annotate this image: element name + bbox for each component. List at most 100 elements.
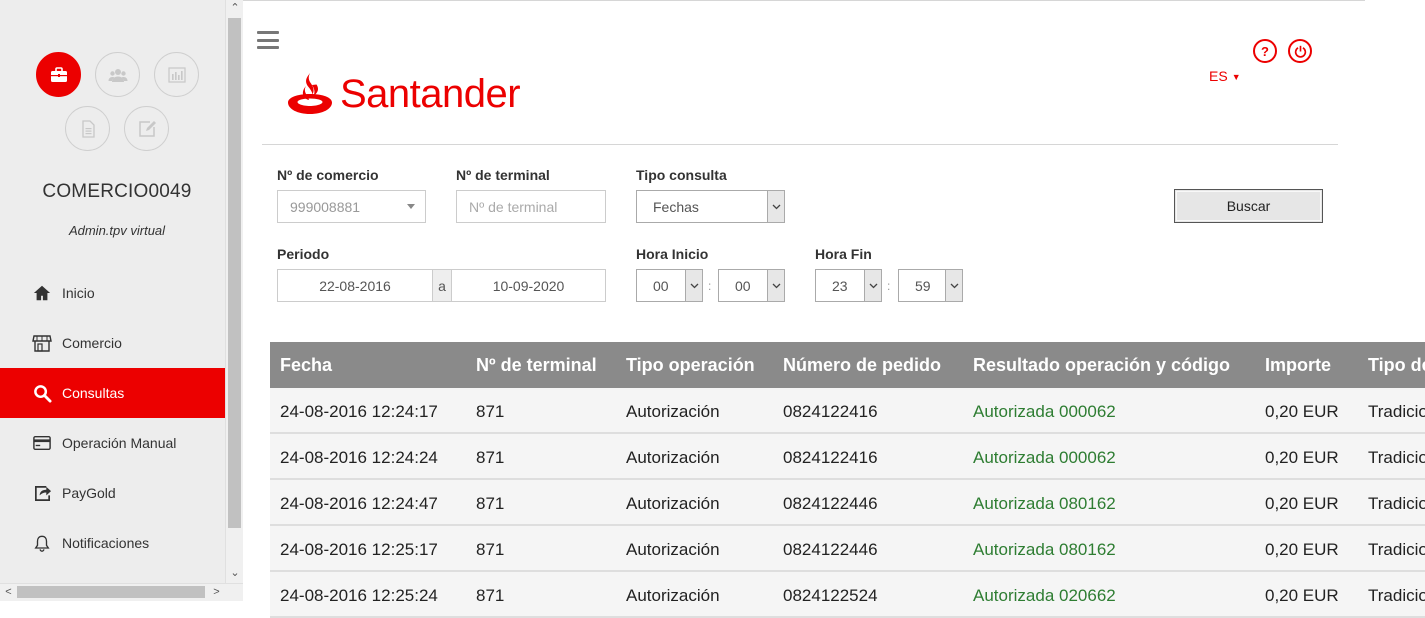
cell-tipo-de: Tradicio: [1368, 448, 1425, 467]
terminal-input[interactable]: [457, 191, 605, 222]
cell-terminal: 871: [476, 586, 505, 605]
fecha-inicio-value: 22-08-2016: [319, 277, 391, 294]
help-icon: ?: [1261, 43, 1269, 59]
cell-fecha: 24-08-2016 12:24:17: [280, 402, 438, 421]
cell-terminal: 871: [476, 540, 505, 559]
results-table: Fecha Nº de terminal Tipo operación Núme…: [270, 342, 1425, 618]
cell-numero-pedido: 0824122446: [783, 494, 878, 513]
sidebar-item-inicio[interactable]: Inicio: [0, 268, 225, 318]
column-header-tipo-operacion[interactable]: Tipo operación: [626, 355, 755, 376]
tipo-consulta-select[interactable]: Fechas: [636, 190, 785, 223]
search-icon: [32, 383, 52, 403]
fecha-fin-field[interactable]: 10-09-2020: [451, 269, 606, 302]
sidebar-item-operacion-manual[interactable]: Operación Manual: [0, 418, 225, 468]
share-icon: [32, 483, 52, 503]
language-label: ES: [1209, 68, 1228, 84]
table-row[interactable]: 24-08-2016 12:24:47 871 Autorización 082…: [270, 480, 1425, 526]
cell-tipo-de: Tradicio: [1368, 540, 1425, 559]
sidebar-vertical-scrollbar[interactable]: ⌃ ⌄: [225, 0, 243, 583]
bar-chart-icon: [167, 66, 186, 83]
logo-text: Santander: [340, 72, 521, 116]
column-header-importe[interactable]: Importe: [1265, 355, 1331, 376]
hora-fin-label: Hora Fin: [815, 246, 872, 262]
hora-fin-hour-value: 23: [832, 277, 848, 294]
sidebar-item-label: PayGold: [62, 485, 116, 501]
user-name: COMERCIO0049: [42, 181, 192, 202]
statistics-button[interactable]: [154, 52, 199, 97]
table-row[interactable]: 24-08-2016 12:25:24 871 Autorización 082…: [270, 572, 1425, 618]
hora-fin-hour-select[interactable]: 23: [815, 269, 882, 302]
caret-down-icon: ▼: [1231, 72, 1241, 83]
hora-fin-minute-select[interactable]: 59: [898, 269, 963, 302]
cell-numero-pedido: 0824122446: [783, 540, 878, 559]
comercio-value: 999008881: [290, 198, 361, 215]
sidebar-item-consultas[interactable]: Consultas: [0, 368, 225, 418]
chevron-down-icon: [767, 191, 784, 222]
sidebar-item-label: Notificaciones: [62, 535, 150, 551]
terminal-field[interactable]: [456, 190, 606, 223]
store-icon: [32, 333, 52, 353]
scrollbar-thumb[interactable]: [17, 586, 205, 598]
hora-inicio-minute-select[interactable]: 00: [718, 269, 785, 302]
home-icon: [32, 283, 52, 303]
cell-fecha: 24-08-2016 12:24:47: [280, 494, 438, 513]
scroll-down-icon[interactable]: ⌄: [226, 565, 244, 582]
scroll-left-icon[interactable]: <: [0, 584, 17, 601]
cell-importe: 0,20 EUR: [1265, 540, 1339, 559]
power-icon: [1294, 45, 1306, 58]
fecha-inicio-field[interactable]: 22-08-2016: [277, 269, 433, 302]
edit-button[interactable]: [124, 106, 169, 151]
edit-icon: [138, 120, 156, 137]
hora-inicio-label: Hora Inicio: [636, 246, 709, 262]
scroll-right-icon[interactable]: >: [208, 584, 225, 601]
sidebar-horizontal-scrollbar[interactable]: < >: [0, 583, 243, 601]
comercio-label: Nº de comercio: [277, 167, 379, 183]
users-icon: [108, 68, 127, 82]
hora-inicio-minute-value: 00: [735, 277, 751, 294]
cell-terminal: 871: [476, 402, 505, 421]
cell-fecha: 24-08-2016 12:25:17: [280, 540, 438, 559]
documents-button[interactable]: [65, 106, 110, 151]
table-row[interactable]: 24-08-2016 12:24:17 871 Autorización 082…: [270, 388, 1425, 434]
users-button[interactable]: [95, 52, 140, 97]
cell-resultado: Autorizada 080162: [973, 494, 1116, 513]
scroll-up-icon[interactable]: ⌃: [226, 0, 244, 17]
buscar-button[interactable]: Buscar: [1174, 189, 1323, 223]
column-header-fecha[interactable]: Fecha: [280, 355, 332, 376]
credit-card-icon: [32, 433, 52, 453]
hora-inicio-hour-select[interactable]: 00: [636, 269, 703, 302]
menu-toggle-icon[interactable]: [257, 31, 279, 49]
table-row[interactable]: 24-08-2016 12:24:24 871 Autorización 082…: [270, 434, 1425, 480]
comercio-select[interactable]: 999008881: [277, 190, 426, 223]
column-header-terminal[interactable]: Nº de terminal: [476, 355, 597, 376]
sidebar-item-label: Comercio: [62, 335, 122, 351]
briefcase-button[interactable]: [36, 52, 81, 97]
table-header: Fecha Nº de terminal Tipo operación Núme…: [270, 342, 1425, 388]
cell-resultado: Autorizada 080162: [973, 540, 1116, 559]
document-icon: [81, 119, 95, 138]
caret-down-icon: [407, 204, 415, 209]
fecha-fin-value: 10-09-2020: [492, 277, 565, 294]
periodo-separator: a: [433, 269, 451, 302]
santander-flame-icon: [288, 73, 332, 114]
column-header-numero-pedido[interactable]: Número de pedido: [783, 355, 941, 376]
logout-button[interactable]: [1288, 39, 1312, 63]
chevron-down-icon: [685, 270, 702, 301]
column-header-resultado[interactable]: Resultado operación y código: [973, 355, 1230, 376]
scrollbar-thumb[interactable]: [228, 18, 241, 528]
language-selector[interactable]: ES ▼: [1209, 68, 1241, 84]
cell-tipo-de: Tradicio: [1368, 494, 1425, 513]
sidebar-item-notificaciones[interactable]: Notificaciones: [0, 518, 225, 568]
header-divider: [262, 144, 1338, 145]
cell-numero-pedido: 0824122416: [783, 402, 878, 421]
cell-numero-pedido: 0824122416: [783, 448, 878, 467]
cell-tipo-operacion: Autorización: [626, 586, 720, 605]
sidebar-item-label: Operación Manual: [62, 435, 177, 451]
table-row[interactable]: 24-08-2016 12:25:17 871 Autorización 082…: [270, 526, 1425, 572]
help-button[interactable]: ?: [1253, 39, 1277, 63]
sidebar-item-comercio[interactable]: Comercio: [0, 318, 225, 368]
sidebar-item-paygold[interactable]: PayGold: [0, 468, 225, 518]
cell-fecha: 24-08-2016 12:24:24: [280, 448, 438, 467]
chevron-down-icon: [767, 270, 784, 301]
column-header-tipo-de[interactable]: Tipo de: [1368, 355, 1425, 376]
